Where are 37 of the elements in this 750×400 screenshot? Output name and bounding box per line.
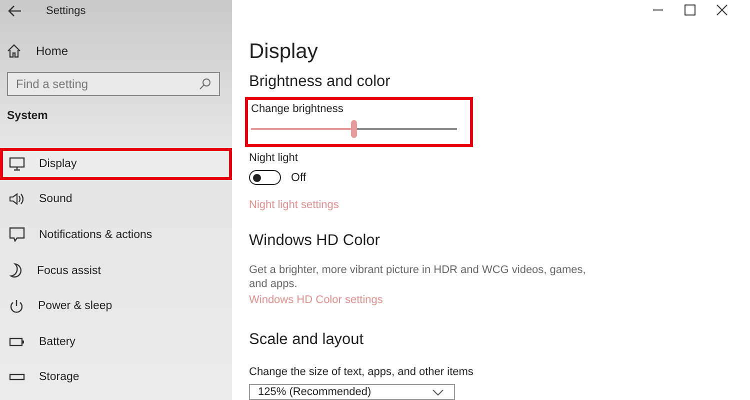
sidebar-item[interactable]: Power & sleep	[0, 290, 232, 322]
battery-icon	[9, 336, 25, 347]
description-text: Get a brighter, more vibrant picture in HDR and WCG videos, games, and apps.	[249, 263, 587, 291]
monitor-icon	[9, 156, 25, 171]
scale-dropdown[interactable]: 125% (Recommended)	[249, 384, 455, 400]
power-icon	[9, 298, 24, 314]
search-icon	[199, 78, 211, 90]
section-heading: Scale and layout	[249, 331, 364, 349]
home-icon	[6, 43, 22, 59]
section-heading: Brightness and color	[249, 73, 390, 91]
section-heading: System	[7, 110, 49, 122]
toggle-switch[interactable]	[249, 170, 281, 185]
sidebar-item[interactable]: Display	[0, 148, 232, 180]
sidebar-item[interactable]: Focus assist	[0, 254, 232, 286]
window-title: Settings	[46, 5, 86, 17]
sidebar-item[interactable]: Storage	[0, 362, 232, 394]
maximize-icon[interactable]	[684, 4, 696, 16]
toggle-state: Off	[291, 172, 306, 184]
sidebar-item[interactable]: Sound	[0, 184, 232, 216]
sidebar-item[interactable]: Battery	[0, 326, 232, 358]
back-arrow-icon[interactable]	[8, 5, 22, 17]
search-field[interactable]: Find a setting	[7, 72, 220, 96]
chevron-down-icon	[432, 388, 444, 396]
page-title: Display	[249, 40, 318, 64]
slider-label: Change brightness	[251, 103, 344, 115]
sidebar-item[interactable]: Notifications & actions	[0, 219, 232, 251]
dropdown-label: Change the size of text, apps, and other items	[249, 366, 474, 378]
section-heading: Windows HD Color	[249, 232, 380, 250]
toggle-label: Night light	[249, 152, 298, 164]
brightness-slider[interactable]	[251, 120, 457, 138]
speaker-icon	[9, 192, 25, 206]
storage-drive-icon	[9, 373, 25, 382]
moon-icon	[9, 263, 23, 278]
close-icon[interactable]	[716, 4, 728, 16]
home-nav-item[interactable]: Home	[0, 43, 232, 59]
message-icon	[9, 227, 25, 242]
slider-thumb[interactable]	[351, 120, 357, 138]
